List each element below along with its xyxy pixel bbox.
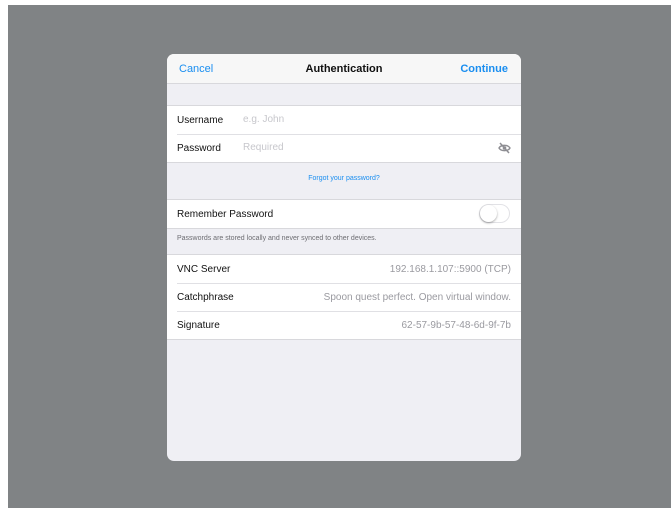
vnc-server-label: VNC Server <box>177 264 231 275</box>
authentication-dialog: Cancel Authentication Continue Username … <box>167 54 521 461</box>
password-field[interactable] <box>243 142 443 153</box>
signature-value: 62-57-9b-57-48-6d-9f-7b <box>401 320 511 331</box>
catchphrase-label: Catchphrase <box>177 292 234 303</box>
server-info-group: VNC Server 192.168.1.107::5900 (TCP) Cat… <box>167 254 521 340</box>
password-label: Password <box>177 143 221 154</box>
username-row: Username <box>167 106 521 134</box>
navigation-bar: Cancel Authentication Continue <box>167 54 521 84</box>
remember-password-label: Remember Password <box>177 209 274 220</box>
eye-slash-icon[interactable] <box>498 142 511 154</box>
signature-label: Signature <box>177 320 220 331</box>
toggle-knob <box>480 205 497 222</box>
vnc-server-value: 192.168.1.107::5900 (TCP) <box>389 264 511 275</box>
forgot-password-link[interactable]: Forgot your password? <box>167 175 521 182</box>
remember-password-row: Remember Password <box>167 200 521 228</box>
remember-password-toggle[interactable] <box>479 204 510 223</box>
remember-group: Remember Password <box>167 199 521 229</box>
server-info-row: Catchphrase Spoon quest perfect. Open vi… <box>167 283 521 311</box>
password-row: Password <box>167 134 521 162</box>
credentials-group: Username Password <box>167 105 521 163</box>
server-info-row: VNC Server 192.168.1.107::5900 (TCP) <box>167 255 521 283</box>
continue-button[interactable]: Continue <box>460 63 508 75</box>
catchphrase-value: Spoon quest perfect. Open virtual window… <box>323 292 511 303</box>
remember-footnote: Passwords are stored locally and never s… <box>177 235 377 242</box>
server-info-row: Signature 62-57-9b-57-48-6d-9f-7b <box>167 311 521 339</box>
username-label: Username <box>177 115 224 126</box>
username-field[interactable] <box>243 114 443 125</box>
